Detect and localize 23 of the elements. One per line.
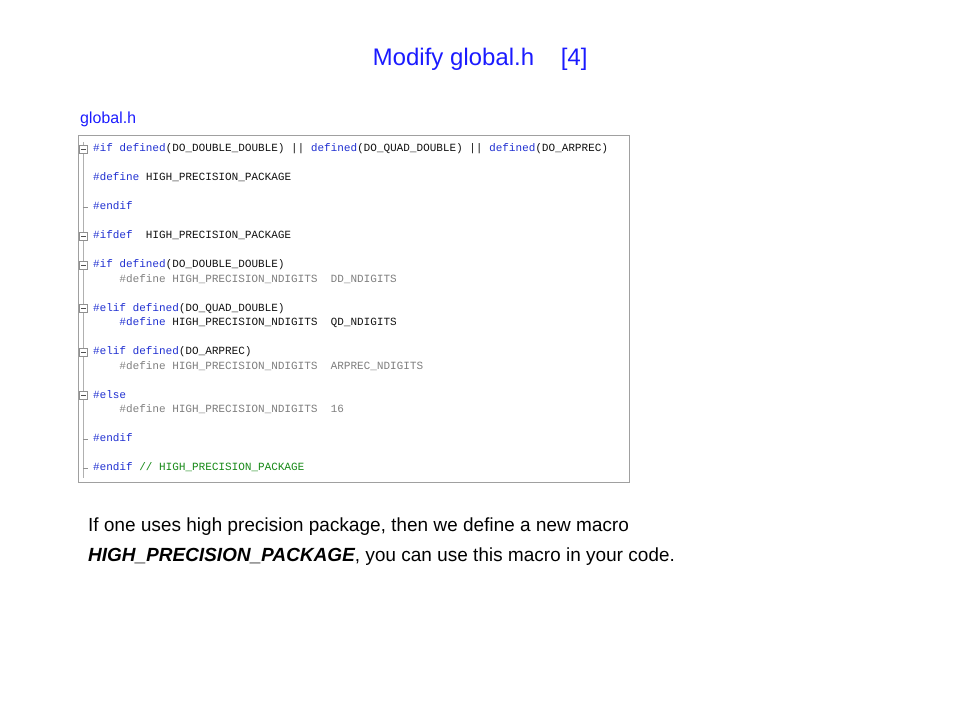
slide-title: Modify global.h [4] (372, 43, 588, 72)
code-line: #elif defined(DO_ARPREC) (93, 345, 252, 360)
explanation-text: If one uses high precision package, then we define a new macro HIGH_PRECISION_PACKAGE, you can use this macro in your code. (88, 514, 676, 568)
code-line: #define HIGH_PRECISION_NDIGITS DD_NDIGITS (118, 272, 397, 287)
code-line: #define HIGH_PRECISION_NDIGITS QD_NDIGITS (118, 316, 397, 330)
fold-icon[interactable] (79, 304, 88, 314)
fold-icon[interactable] (79, 260, 88, 270)
code-line: #endif (93, 200, 133, 214)
code-line: #if defined(DO_DOUBLE_DOUBLE) || defined(DO_QUAD_DOUBLE) || defined(DO_ARPREC) (93, 142, 608, 156)
code-line: #elif defined(DO_QUAD_DOUBLE) (93, 302, 284, 316)
code-line: #if defined(DO_DOUBLE_DOUBLE) (93, 258, 284, 272)
code-line: #define HIGH_PRECISION_NDIGITS ARPREC_NDIGITS (118, 360, 424, 374)
code-line: #endif (93, 432, 133, 446)
code-line: #endif // HIGH_PRECISION_PACKAGE (93, 461, 304, 476)
code-line: #else (93, 388, 126, 403)
fold-icon[interactable] (79, 232, 88, 241)
file-label: global.h (80, 110, 136, 128)
code-line: #ifdef HIGH_PRECISION_PACKAGE (93, 229, 292, 244)
code-line: #define HIGH_PRECISION_NDIGITS 16 (118, 403, 344, 418)
fold-icon[interactable] (79, 348, 88, 357)
fold-icon[interactable] (79, 144, 88, 154)
code-line: #define HIGH_PRECISION_PACKAGE (93, 171, 292, 186)
fold-icon[interactable] (79, 391, 88, 400)
